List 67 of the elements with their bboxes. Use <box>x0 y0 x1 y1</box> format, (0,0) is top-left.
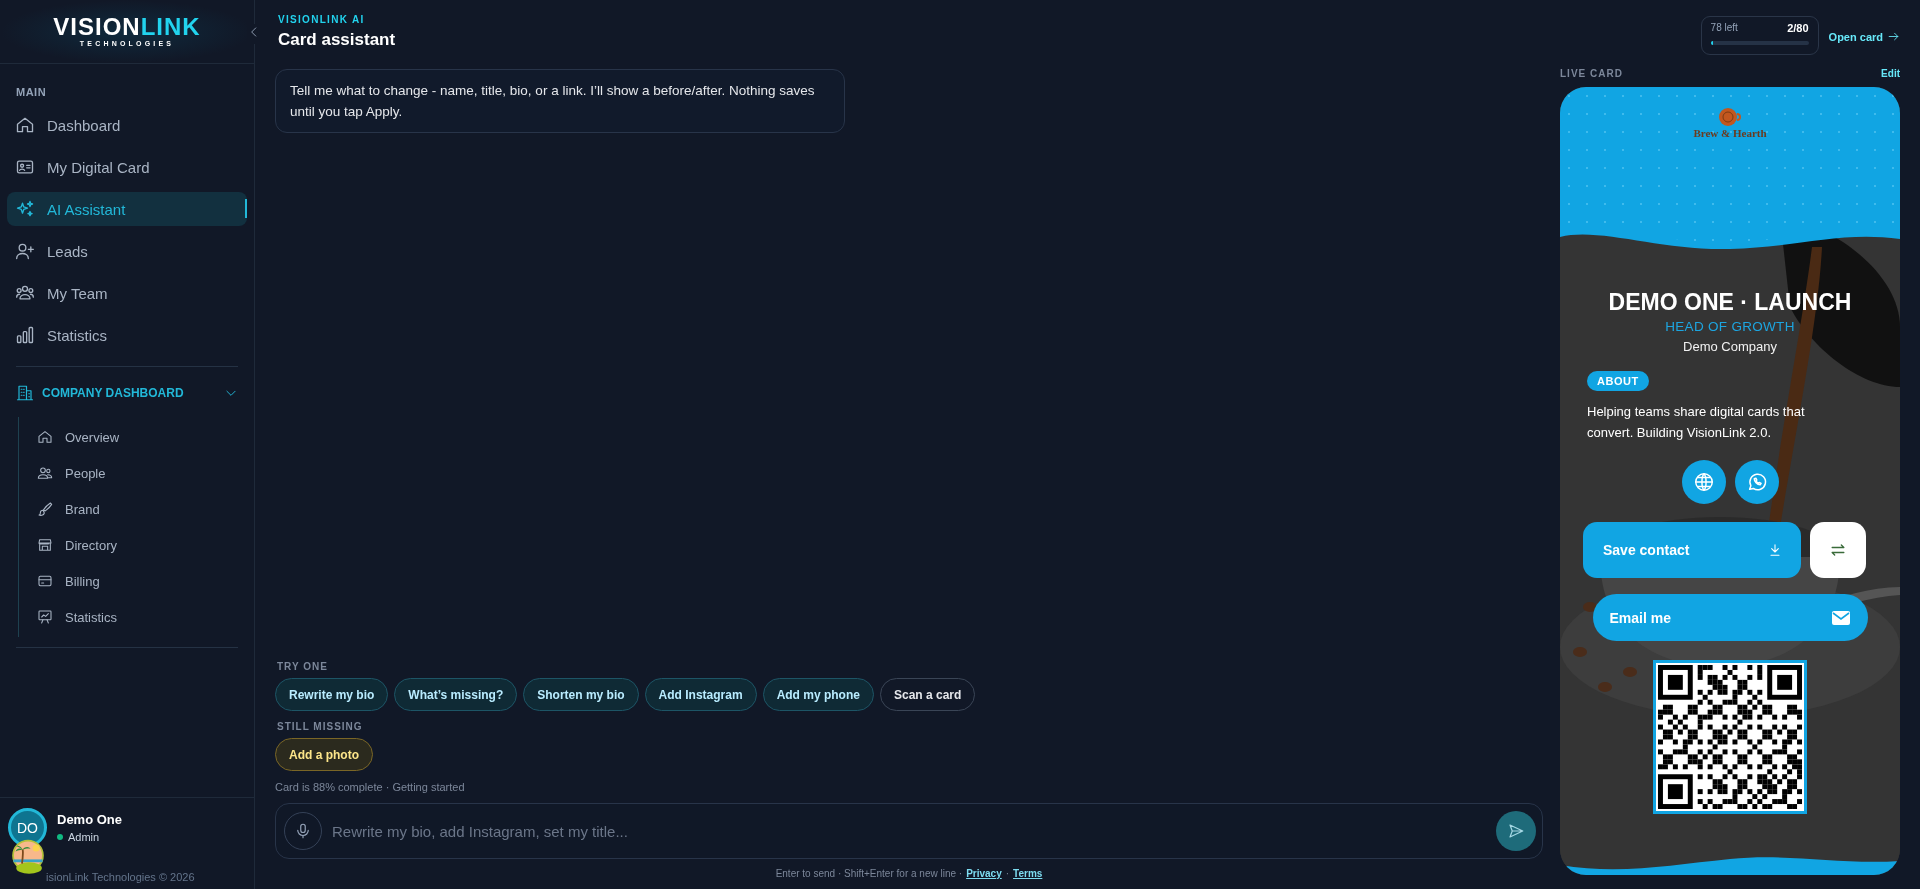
send-icon <box>1507 822 1525 840</box>
card-job-title: HEAD OF GROWTH <box>1665 319 1795 334</box>
terms-link[interactable]: Terms <box>1013 868 1043 879</box>
sidebar-item[interactable]: Statistics <box>7 318 247 352</box>
sidebar-subitem[interactable]: Billing <box>19 565 100 597</box>
section-label: MAIN <box>15 85 48 100</box>
hint-text: Enter to send · Shift+Enter for a new line · <box>775 868 963 879</box>
section-label: TRY ONE <box>277 661 329 672</box>
sidebar-subitem[interactable]: Brand <box>19 493 100 525</box>
remaining-text: 78 left <box>1710 22 1738 34</box>
suggestion-chip[interactable]: Rewrite my bio <box>275 678 389 711</box>
brush-icon <box>37 501 53 517</box>
team-icon <box>15 283 35 303</box>
open-card-link[interactable]: Open card <box>1828 30 1900 43</box>
people-icon <box>37 465 53 481</box>
suggestion-chip[interactable]: What’s missing? <box>394 678 518 711</box>
separator-text: · <box>1005 868 1010 879</box>
user-plus-icon <box>15 241 35 261</box>
sidebar-item[interactable]: My Digital Card <box>7 150 247 184</box>
send-button[interactable] <box>1496 811 1536 851</box>
sparkles-icon <box>15 199 35 219</box>
eyebrow-label: VISIONLINK AI <box>278 14 366 25</box>
arrow-right-icon <box>1887 30 1900 43</box>
suggestion-chip[interactable]: Add a photo <box>275 738 373 771</box>
suggestion-chip[interactable]: Add Instagram <box>644 678 757 711</box>
mail-icon <box>1831 610 1850 625</box>
suggestion-chip[interactable]: Add my phone <box>762 678 874 711</box>
edit-link[interactable]: Edit <box>1881 68 1900 79</box>
about-label: ABOUT <box>1587 371 1649 391</box>
card-name: DEMO ONE · LAUNCH <box>1608 289 1852 316</box>
home-icon <box>15 115 35 135</box>
building-icon <box>16 384 34 402</box>
sidebar-item[interactable]: Dashboard <box>7 108 247 142</box>
section-label: STILL MISSING <box>277 721 364 732</box>
credit-card-icon <box>37 573 53 589</box>
sidebar-item[interactable]: Leads <box>7 234 247 268</box>
sidebar-subitem[interactable]: Overview <box>19 421 120 453</box>
sidebar-item[interactable]: My Team <box>7 276 247 310</box>
card-company: Demo Company <box>1683 339 1777 354</box>
user-name: Demo One <box>57 812 122 827</box>
sidebar-subitem[interactable]: Directory <box>19 529 117 561</box>
section-label: LIVE CARD <box>1560 68 1623 79</box>
chart-board-icon <box>37 609 53 625</box>
user-role: Admin <box>68 831 100 843</box>
store-icon <box>37 537 53 553</box>
swap-button[interactable] <box>1810 522 1866 578</box>
home-icon <box>37 429 53 445</box>
usage-count: 2/80 <box>1787 22 1809 34</box>
message-field[interactable]: Rewrite my bio, add Instagram, set my title... <box>275 803 1543 859</box>
message-input[interactable]: Rewrite my bio, add Instagram, set my title... <box>330 811 1488 851</box>
copyright-text: isionLink Technologies © 2026 <box>46 871 195 883</box>
sidebar-subitem[interactable]: People <box>19 457 106 489</box>
card-bio: Helping teams share digital cards that convert. Building VisionLink 2.0. <box>1587 403 1806 442</box>
section-toggle[interactable]: COMPANY DASHBOARD <box>0 377 254 409</box>
brand-logo: Brew & Hearth <box>1693 107 1767 139</box>
privacy-link[interactable]: Privacy <box>966 868 1002 879</box>
progress-note: Card is 88% complete · Getting started <box>275 781 466 793</box>
download-icon <box>1767 542 1783 558</box>
bar-chart-icon <box>15 325 35 345</box>
sidebar-subitem[interactable]: Statistics <box>19 601 117 633</box>
assistant-message: Tell me what to change - name, title, bio, or a link. I’ll show a before/after. Nothing saves until you tap Apply. <box>275 69 845 133</box>
microphone-icon <box>294 822 312 840</box>
globe-icon <box>1692 471 1715 493</box>
sidebar-item[interactable]: AI Assistant <box>7 192 247 226</box>
page-title: Card assistant <box>278 30 397 50</box>
suggestion-chip[interactable]: Shorten my bio <box>523 678 639 711</box>
user-avatar: DO <box>8 808 47 847</box>
